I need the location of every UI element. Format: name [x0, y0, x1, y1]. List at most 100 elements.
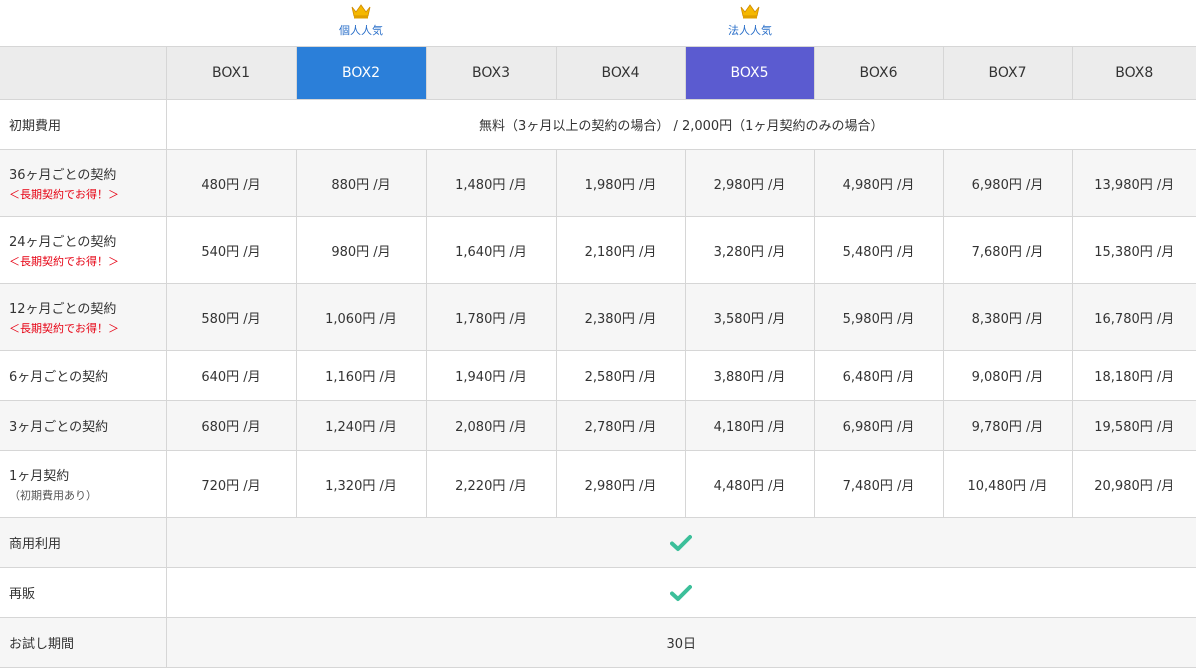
row-label: 36ヶ月ごとの契約 ＜長期契約でお得！＞ [0, 149, 167, 217]
row-label-text: お試し期間 [9, 637, 75, 652]
resale-value [165, 567, 1196, 618]
price-cell: 2,080円 /月 [425, 400, 557, 451]
commercial-use-value [165, 517, 1196, 568]
column-header-box6: BOX6 [813, 46, 944, 100]
row-label: 6ヶ月ごとの契約 [0, 350, 167, 401]
column-header-box4: BOX4 [555, 46, 686, 100]
price-cell: 3,280円 /月 [684, 216, 815, 284]
badge-label: 個人人気 [339, 24, 383, 37]
header-row: BOX1 BOX2 BOX3 BOX4 BOX5 BOX6 BOX7 BOX8 [0, 46, 1196, 100]
column-header-box3: BOX3 [425, 46, 557, 100]
row-label-text: 12ヶ月ごとの契約 [9, 302, 117, 317]
table-row-3-months: 3ヶ月ごとの契約 680円 /月 1,240円 /月 2,080円 /月 2,7… [0, 400, 1196, 451]
badge-label: 法人人気 [728, 24, 772, 37]
price-cell: 3,580円 /月 [684, 283, 815, 351]
initial-fee-value: 無料（3ヶ月以上の契約の場合） / 2,000円（1ヶ月契約のみの場合） [165, 99, 1196, 150]
price-cell: 1,320円 /月 [295, 450, 427, 518]
price-cell: 1,240円 /月 [295, 400, 427, 451]
column-header-box2: BOX2 [295, 46, 427, 100]
row-label: 3ヶ月ごとの契約 [0, 400, 167, 451]
price-cell: 3,880円 /月 [684, 350, 815, 401]
popularity-badges: 個人人気 法人人気 [0, 0, 1196, 46]
checkmark-icon [670, 584, 693, 601]
price-cell: 7,480円 /月 [813, 450, 944, 518]
row-label-note: （初期費用あり） [9, 489, 97, 502]
crown-icon [740, 4, 760, 19]
table-row-6-months: 6ヶ月ごとの契約 640円 /月 1,160円 /月 1,940円 /月 2,5… [0, 350, 1196, 401]
row-label-note: ＜長期契約でお得！＞ [9, 255, 119, 268]
price-cell: 720円 /月 [165, 450, 297, 518]
price-cell: 580円 /月 [165, 283, 297, 351]
table-row-commercial-use: 商用利用 [0, 517, 1196, 568]
column-header-box8: BOX8 [1071, 46, 1196, 100]
price-cell: 9,780円 /月 [942, 400, 1073, 451]
price-cell: 2,180円 /月 [555, 216, 686, 284]
price-cell: 19,580円 /月 [1071, 400, 1196, 451]
price-cell: 880円 /月 [295, 149, 427, 217]
row-label: 1ヶ月契約 （初期費用あり） [0, 450, 167, 518]
header-corner [0, 46, 167, 100]
price-cell: 480円 /月 [165, 149, 297, 217]
price-cell: 10,480円 /月 [942, 450, 1073, 518]
row-label: 24ヶ月ごとの契約 ＜長期契約でお得！＞ [0, 216, 167, 284]
table-row-36-months: 36ヶ月ごとの契約 ＜長期契約でお得！＞ 480円 /月 880円 /月 1,4… [0, 149, 1196, 217]
row-label: 再販 [0, 567, 167, 618]
price-cell: 1,060円 /月 [295, 283, 427, 351]
price-cell: 16,780円 /月 [1071, 283, 1196, 351]
row-label: 初期費用 [0, 99, 167, 150]
price-cell: 4,980円 /月 [813, 149, 944, 217]
column-header-box1: BOX1 [165, 46, 297, 100]
price-cell: 1,160円 /月 [295, 350, 427, 401]
price-cell: 2,220円 /月 [425, 450, 557, 518]
price-cell: 5,480円 /月 [813, 216, 944, 284]
row-label-text: 6ヶ月ごとの契約 [9, 370, 109, 385]
price-cell: 1,480円 /月 [425, 149, 557, 217]
checkmark-icon [670, 534, 693, 551]
price-cell: 2,780円 /月 [555, 400, 686, 451]
table-row-trial-period: お試し期間 30日 [0, 617, 1196, 668]
price-cell: 6,980円 /月 [813, 400, 944, 451]
table-row-1-month: 1ヶ月契約 （初期費用あり） 720円 /月 1,320円 /月 2,220円 … [0, 450, 1196, 518]
row-label-note: ＜長期契約でお得！＞ [9, 322, 119, 335]
row-label-text: 24ヶ月ごとの契約 [9, 235, 117, 250]
crown-icon [351, 4, 371, 19]
badge-individual-popular: 個人人気 [296, 4, 426, 38]
row-label-text: 初期費用 [9, 119, 62, 134]
price-cell: 1,980円 /月 [555, 149, 686, 217]
pricing-table: BOX1 BOX2 BOX3 BOX4 BOX5 BOX6 BOX7 BOX8 … [0, 46, 1196, 668]
row-label-note: ＜長期契約でお得！＞ [9, 188, 119, 201]
price-cell: 7,680円 /月 [942, 216, 1073, 284]
price-cell: 4,180円 /月 [684, 400, 815, 451]
price-cell: 9,080円 /月 [942, 350, 1073, 401]
price-cell: 6,480円 /月 [813, 350, 944, 401]
trial-period-value: 30日 [165, 617, 1196, 668]
price-cell: 1,780円 /月 [425, 283, 557, 351]
table-row-resale: 再販 [0, 567, 1196, 618]
row-label-text: 再販 [9, 587, 36, 602]
price-cell: 2,580円 /月 [555, 350, 686, 401]
row-label: 12ヶ月ごとの契約 ＜長期契約でお得！＞ [0, 283, 167, 351]
price-cell: 680円 /月 [165, 400, 297, 451]
price-cell: 1,940円 /月 [425, 350, 557, 401]
price-cell: 6,980円 /月 [942, 149, 1073, 217]
table-row-initial-fee: 初期費用 無料（3ヶ月以上の契約の場合） / 2,000円（1ヶ月契約のみの場合… [0, 99, 1196, 150]
price-cell: 8,380円 /月 [942, 283, 1073, 351]
row-label: 商用利用 [0, 517, 167, 568]
price-cell: 13,980円 /月 [1071, 149, 1196, 217]
price-cell: 640円 /月 [165, 350, 297, 401]
row-label-text: 商用利用 [9, 537, 62, 552]
price-cell: 2,380円 /月 [555, 283, 686, 351]
price-cell: 15,380円 /月 [1071, 216, 1196, 284]
price-cell: 18,180円 /月 [1071, 350, 1196, 401]
price-cell: 1,640円 /月 [425, 216, 557, 284]
table-row-12-months: 12ヶ月ごとの契約 ＜長期契約でお得！＞ 580円 /月 1,060円 /月 1… [0, 283, 1196, 351]
row-label-text: 1ヶ月契約 [9, 469, 70, 484]
column-header-box7: BOX7 [942, 46, 1073, 100]
row-label: お試し期間 [0, 617, 167, 668]
table-row-24-months: 24ヶ月ごとの契約 ＜長期契約でお得！＞ 540円 /月 980円 /月 1,6… [0, 216, 1196, 284]
badge-corporate-popular: 法人人気 [685, 4, 815, 38]
row-label-text: 3ヶ月ごとの契約 [9, 420, 109, 435]
price-cell: 2,980円 /月 [684, 149, 815, 217]
price-cell: 4,480円 /月 [684, 450, 815, 518]
price-cell: 20,980円 /月 [1071, 450, 1196, 518]
